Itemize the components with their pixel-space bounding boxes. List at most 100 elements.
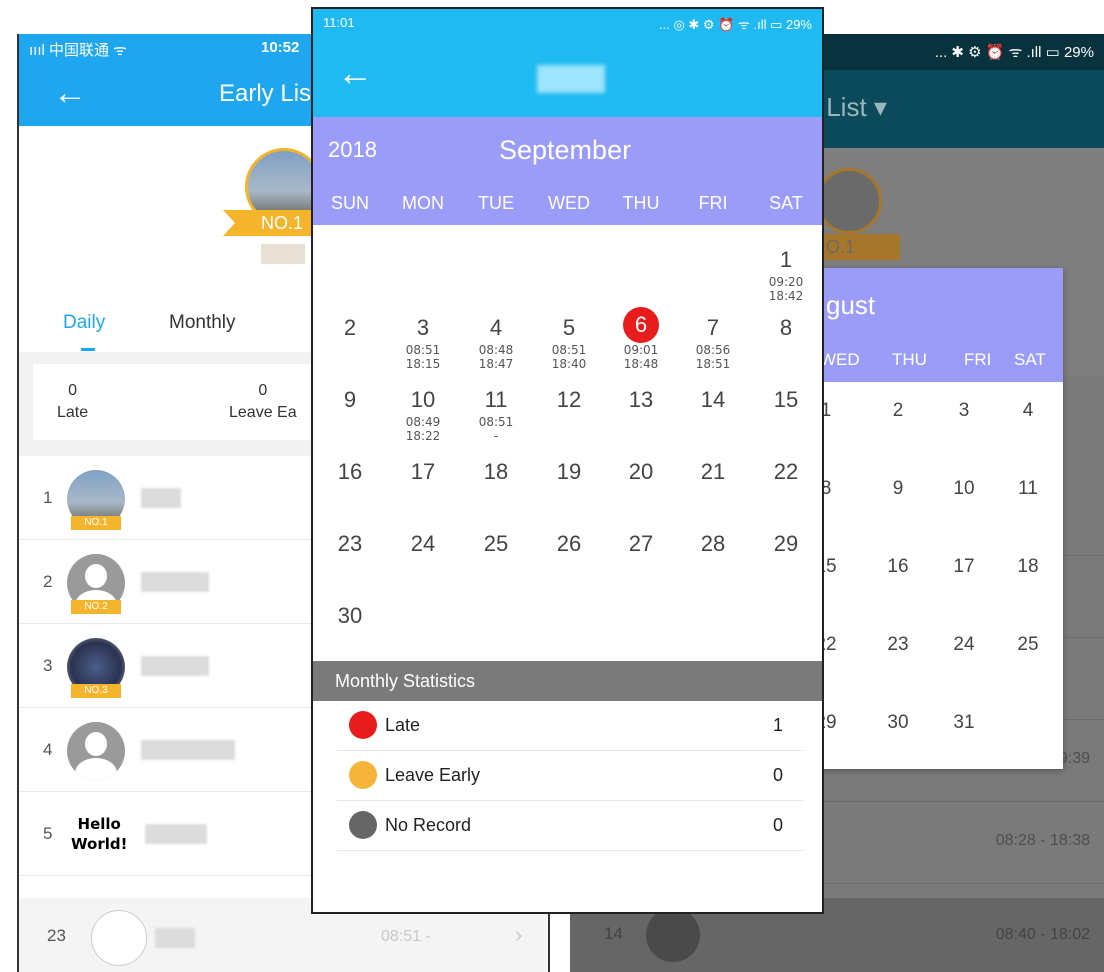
- day-number: 7: [706, 315, 720, 340]
- day-number: 18: [483, 459, 509, 484]
- calendar-day[interactable]: 17: [387, 457, 459, 529]
- checkout-time: 18:15: [405, 357, 441, 371]
- calendar-day[interactable]: 3: [944, 400, 984, 422]
- carrier-label: ıııl 中国联通 ᯤ: [29, 42, 127, 59]
- calendar-day[interactable]: 30: [878, 712, 918, 734]
- calendar-day[interactable]: 3 08:51 18:15: [387, 313, 459, 385]
- weekday-label: FRI: [964, 350, 992, 369]
- calendar-day[interactable]: 27: [605, 529, 677, 601]
- calendar-day[interactable]: 21: [677, 457, 749, 529]
- calendar-day[interactable]: 17: [944, 556, 984, 578]
- day-number: 2: [343, 315, 357, 340]
- calendar-day[interactable]: 20: [605, 457, 677, 529]
- tab-monthly[interactable]: Monthly: [169, 312, 236, 334]
- calendar-day[interactable]: 9: [878, 478, 918, 500]
- statistic-label: Leave Early: [385, 765, 481, 785]
- app-bar: ←: [313, 37, 822, 117]
- day-number: 1: [779, 247, 793, 272]
- calendar-day[interactable]: 28: [677, 529, 749, 601]
- calendar-day[interactable]: 10: [944, 478, 984, 500]
- blurred-title: [537, 65, 605, 93]
- calendar-day[interactable]: 24: [387, 529, 459, 601]
- calendar-day[interactable]: 18: [460, 457, 532, 529]
- hello-world-avatar: Hello World!: [71, 814, 127, 854]
- calendar-day[interactable]: 5 08:51 18:40: [533, 313, 605, 385]
- calendar-day[interactable]: 24: [944, 634, 984, 656]
- center-phone-calendar: 11:01 ... ◎ ✱ ⚙ ⏰ ᯤ .ıll ▭ 29% ← 2018 Se…: [311, 7, 824, 914]
- calendar-day[interactable]: 8: [750, 313, 822, 385]
- august-calendar-popup: gust WED THU FRI SAT 1 2 3 4 8 9 10 11 15 16 17 18 2…: [812, 268, 1063, 769]
- tab-underline: [81, 348, 95, 351]
- rank-number: 3: [43, 656, 53, 675]
- checkin-time: 08:48: [478, 343, 514, 357]
- calendar-day[interactable]: 7 08:56 18:51: [677, 313, 749, 385]
- calendar-day[interactable]: 25: [460, 529, 532, 601]
- calendar-day[interactable]: 2: [878, 400, 918, 422]
- calendar-day[interactable]: 11: [1008, 478, 1048, 500]
- calendar-day[interactable]: 14: [677, 385, 749, 457]
- statistic-row[interactable]: No Record 0: [337, 801, 803, 851]
- calendar-day[interactable]: 26: [533, 529, 605, 601]
- status-dot-icon: [349, 711, 377, 739]
- month-label: gust: [826, 290, 876, 320]
- calendar-day[interactable]: 22: [750, 457, 822, 529]
- tab-daily[interactable]: Daily: [63, 312, 105, 334]
- weekday-label: THU: [622, 193, 660, 213]
- page-title[interactable]: Early Lis: [219, 80, 311, 108]
- day-number: 9: [343, 387, 357, 412]
- day-number: 22: [773, 459, 799, 484]
- checkin-time: 09:01: [623, 343, 659, 357]
- calendar-day[interactable]: 12: [533, 385, 605, 457]
- day-number: 3: [416, 315, 430, 340]
- rank-badge: NO.2: [71, 600, 121, 614]
- calendar-day[interactable]: 13: [605, 385, 677, 457]
- screenshot-collage: ıııl 中国联通 ᯤ 10:52 ← Early Lis NO.1 Daily…: [0, 0, 1104, 972]
- blurred-name: [155, 928, 195, 948]
- status-dot-icon: [349, 811, 377, 839]
- calendar-day[interactable]: 9: [314, 385, 386, 457]
- back-arrow-icon[interactable]: ←: [337, 55, 373, 91]
- calendar-day[interactable]: 23: [314, 529, 386, 601]
- calendar-day[interactable]: 4: [1008, 400, 1048, 422]
- statistic-row[interactable]: Leave Early 0: [337, 751, 803, 801]
- calendar-day[interactable]: 31: [944, 712, 984, 734]
- rank-number: 4: [43, 740, 53, 759]
- calendar-day[interactable]: 25: [1008, 634, 1048, 656]
- rank-number: 2: [43, 572, 53, 591]
- calendar-day[interactable]: 1 09:20 18:42: [750, 245, 822, 317]
- calendar-day[interactable]: 6 09:01 18:48: [605, 307, 677, 385]
- blurred-name: [141, 572, 209, 592]
- hello-line: World!: [71, 835, 128, 853]
- calendar-day[interactable]: 2: [314, 313, 386, 385]
- status-bar: 11:01 ... ◎ ✱ ⚙ ⏰ ᯤ .ıll ▭ 29%: [313, 9, 822, 37]
- calendar-day[interactable]: 23: [878, 634, 918, 656]
- statistic-value: 1: [772, 715, 783, 735]
- rank-badge: NO.3: [71, 684, 121, 698]
- sticker-avatar: [91, 910, 147, 966]
- stat-leave-early: 0 Leave Ea: [229, 380, 297, 424]
- back-arrow-icon[interactable]: ←: [53, 76, 87, 110]
- rank-number: 23: [47, 926, 66, 945]
- weekday-label: WED: [548, 193, 590, 213]
- calendar-day[interactable]: 4 08:48 18:47: [460, 313, 532, 385]
- calendar-day[interactable]: 18: [1008, 556, 1048, 578]
- calendar-day[interactable]: 19: [533, 457, 605, 529]
- stat-value: 0: [258, 382, 268, 399]
- statistic-value: 0: [772, 765, 783, 785]
- calendar-day[interactable]: 11 08:51-: [460, 385, 532, 457]
- rank-number: 1: [43, 488, 53, 507]
- calendar-day[interactable]: 15: [750, 385, 822, 457]
- month-label[interactable]: September: [499, 135, 631, 166]
- calendar-day[interactable]: 16: [878, 556, 918, 578]
- statistic-row[interactable]: Late 1: [337, 701, 803, 751]
- weekday-label: FRI: [698, 193, 728, 213]
- weekday-label: SAT: [1014, 350, 1046, 369]
- calendar-day[interactable]: 10 08:49 18:22: [387, 385, 459, 457]
- stat-label: Leave Ea: [229, 404, 297, 421]
- calendar-day[interactable]: 16: [314, 457, 386, 529]
- monthly-statistics-header: Monthly Statistics: [313, 661, 822, 701]
- year-label[interactable]: 2018: [328, 137, 377, 163]
- checkout-time: -: [493, 429, 499, 443]
- checkout-time: 18:40: [551, 357, 587, 371]
- calendar-day[interactable]: 29: [750, 529, 822, 601]
